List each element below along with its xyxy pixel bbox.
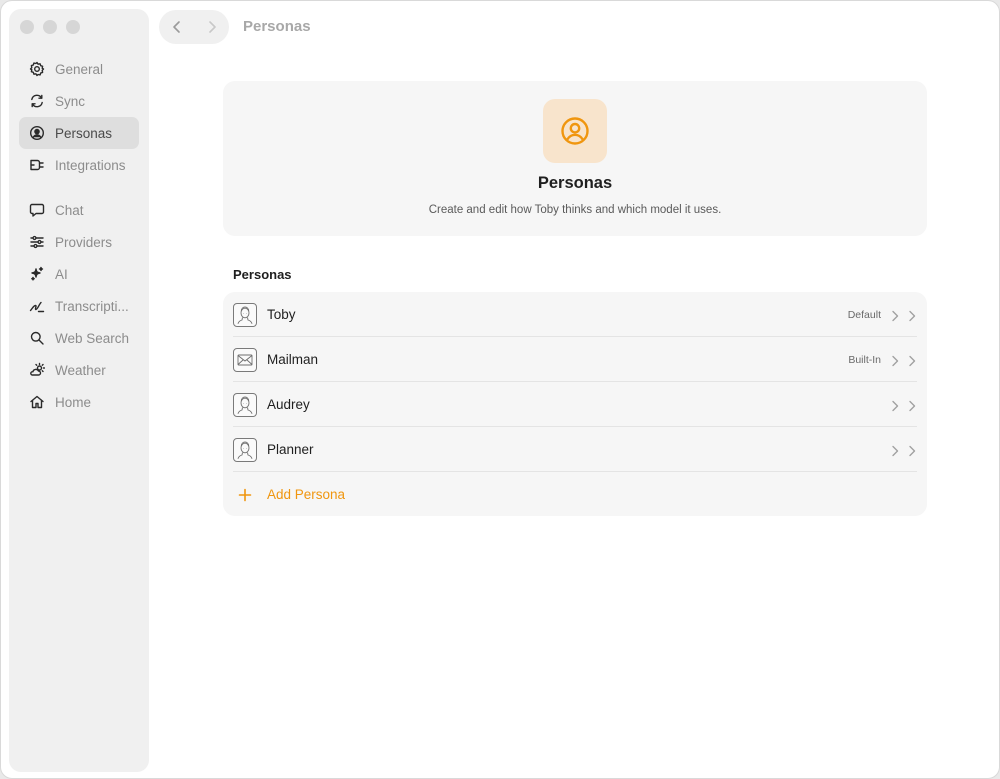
chevron-right-icon (208, 21, 216, 33)
persona-row-mailman[interactable]: Mailman Built-In (223, 337, 927, 382)
search-icon (28, 329, 46, 347)
chevron-right-icon (907, 309, 917, 321)
sidebar-item-label: Web Search (55, 330, 130, 346)
personas-header-card: Personas Create and edit how Toby thinks… (223, 81, 927, 236)
settings-window: General Sync Personas Integrations Chat … (0, 0, 1000, 779)
sidebar-group-features: Chat Providers AI Transcripti... Web Sea… (19, 194, 139, 418)
sidebar-group-main: General Sync Personas Integrations (19, 53, 139, 181)
persona-list: Toby Default Mailman Built-In Audrey Pla… (223, 292, 927, 516)
sidebar-item-web-search[interactable]: Web Search (19, 322, 139, 354)
chevron-right-icon (907, 354, 917, 366)
add-persona-button[interactable]: Add Persona (223, 472, 927, 516)
house-icon (28, 393, 46, 411)
add-persona-label: Add Persona (267, 487, 346, 502)
persona-name: Planner (267, 442, 314, 457)
chat-bubble-icon (28, 201, 46, 219)
person-circle-icon (28, 124, 46, 142)
sync-icon (28, 92, 46, 110)
chevron-right-icon (907, 444, 917, 456)
portrait-icon (233, 302, 257, 327)
persona-name: Toby (267, 307, 296, 322)
plus-icon (233, 488, 257, 502)
signature-icon (28, 297, 46, 315)
portrait-icon (233, 437, 257, 462)
sidebar-item-label: General (55, 61, 104, 77)
sidebar-item-general[interactable]: General (19, 53, 139, 85)
sidebar-item-label: Chat (55, 202, 84, 218)
status-badge: Built-In (848, 353, 881, 366)
persona-name: Audrey (267, 397, 310, 412)
gear-icon (28, 60, 46, 78)
sidebar-item-label: Personas (55, 125, 113, 141)
portrait-icon (233, 392, 257, 417)
persona-name: Mailman (267, 352, 319, 367)
sidebar-item-sync[interactable]: Sync (19, 85, 139, 117)
persona-row-audrey[interactable]: Audrey (223, 382, 927, 427)
weather-icon (28, 361, 46, 379)
chevron-right-icon (907, 399, 917, 411)
hero-subtitle: Create and edit how Toby thinks and whic… (428, 204, 722, 216)
sidebar-item-home[interactable]: Home (19, 386, 139, 418)
close-button[interactable] (20, 20, 34, 34)
sliders-icon (28, 233, 46, 251)
zoom-button[interactable] (66, 20, 80, 34)
sidebar: General Sync Personas Integrations Chat … (9, 9, 149, 772)
chevron-right-icon (890, 309, 900, 321)
chevron-left-icon (172, 21, 180, 33)
status-badge: Default (847, 308, 881, 321)
sidebar-item-chat[interactable]: Chat (19, 194, 139, 226)
minimize-button[interactable] (43, 20, 57, 34)
sidebar-item-integrations[interactable]: Integrations (19, 149, 139, 181)
persona-row-planner[interactable]: Planner (223, 427, 927, 472)
navigation-buttons (159, 10, 229, 44)
sidebar-item-weather[interactable]: Weather (19, 354, 139, 386)
sidebar-item-transcription[interactable]: Transcripti... (19, 290, 139, 322)
sidebar-item-label: Integrations (55, 157, 126, 173)
sidebar-item-label: Sync (55, 93, 86, 109)
page-title: Personas (243, 18, 311, 35)
sparkles-icon (28, 265, 46, 283)
section-label: Personas (233, 267, 292, 282)
forward-button[interactable] (194, 10, 229, 44)
sidebar-item-label: AI (55, 266, 68, 282)
sidebar-item-personas[interactable]: Personas (19, 117, 139, 149)
back-button[interactable] (159, 10, 194, 44)
plug-icon (28, 156, 46, 174)
hero-title: Personas (537, 174, 613, 192)
sidebar-item-label: Transcripti... (55, 298, 129, 314)
chevron-right-icon (890, 354, 900, 366)
sidebar-item-ai[interactable]: AI (19, 258, 139, 290)
chevron-right-icon (890, 399, 900, 411)
person-circle-icon (543, 99, 607, 163)
chevron-right-icon (890, 444, 900, 456)
sidebar-item-label: Providers (55, 234, 113, 250)
sidebar-item-providers[interactable]: Providers (19, 226, 139, 258)
sidebar-item-label: Weather (55, 362, 106, 378)
window-controls (20, 20, 80, 34)
sidebar-item-label: Home (55, 394, 92, 410)
persona-row-toby[interactable]: Toby Default (223, 292, 927, 337)
envelope-icon (233, 347, 257, 372)
